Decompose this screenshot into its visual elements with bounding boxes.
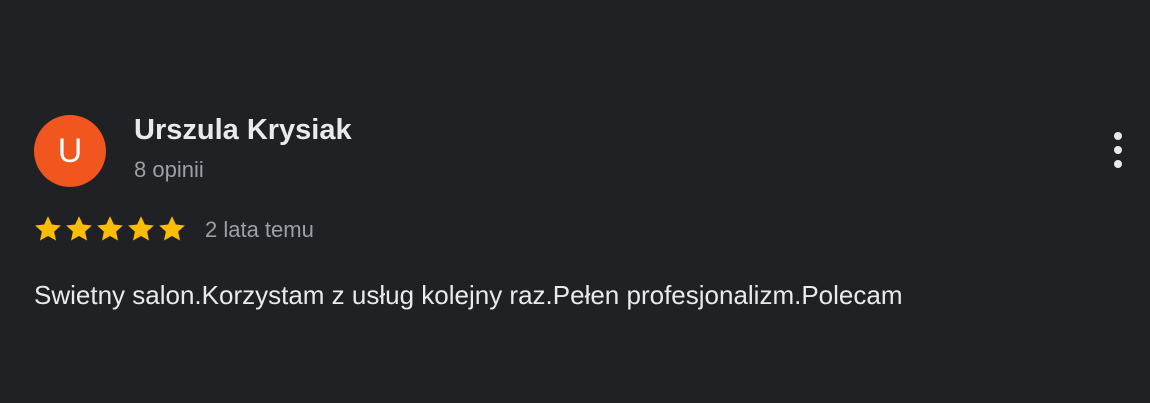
avatar[interactable]: U	[34, 115, 106, 187]
star-icon	[35, 216, 61, 241]
more-vert-icon	[1114, 132, 1122, 168]
star-icon	[159, 216, 185, 241]
star-icon	[97, 216, 123, 241]
avatar-initial: U	[57, 131, 83, 170]
review-date: 2 lata temu	[205, 217, 314, 242]
review-card: U Urszula Krysiak 8 opinii 2 lata temu S…	[0, 0, 1150, 403]
star-rating	[33, 214, 187, 244]
author-name[interactable]: Urszula Krysiak	[134, 114, 352, 147]
review-text: Swietny salon.Korzystam z usług kolejny …	[34, 280, 903, 310]
star-icon	[128, 216, 154, 241]
star-icon	[66, 216, 92, 241]
author-review-count: 8 opinii	[134, 157, 204, 182]
more-options-button[interactable]	[1102, 128, 1134, 172]
